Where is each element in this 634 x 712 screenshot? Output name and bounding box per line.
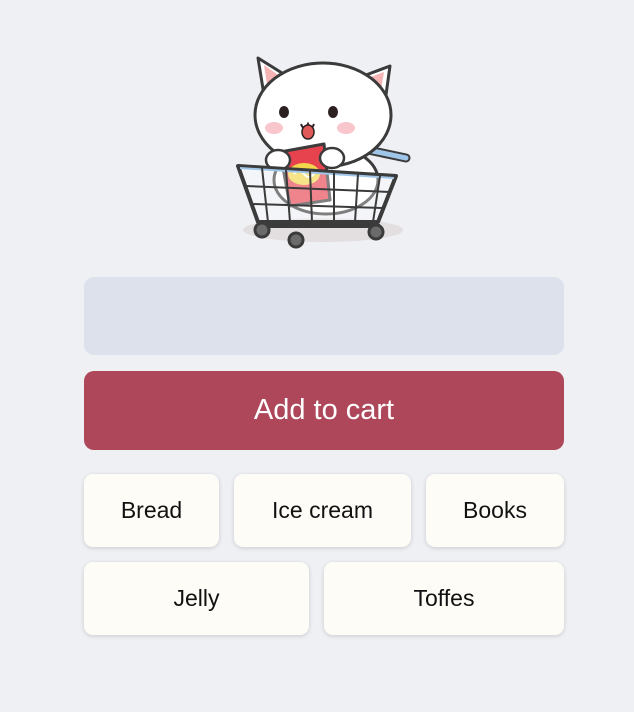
suggestion-chip-jelly[interactable]: Jelly: [84, 562, 309, 635]
suggestion-chip-bread[interactable]: Bread: [84, 474, 219, 547]
item-input[interactable]: [84, 277, 564, 355]
suggestion-chip-books[interactable]: Books: [426, 474, 564, 547]
add-to-cart-button[interactable]: Add to cart: [84, 371, 564, 450]
suggestion-chip-ice-cream[interactable]: Ice cream: [234, 474, 411, 547]
suggestion-chip-toffes[interactable]: Toffes: [324, 562, 564, 635]
cat-in-shopping-cart-icon: [236, 56, 411, 249]
shopping-app: Add to cart Bread Ice cream Books Jelly …: [0, 0, 634, 712]
